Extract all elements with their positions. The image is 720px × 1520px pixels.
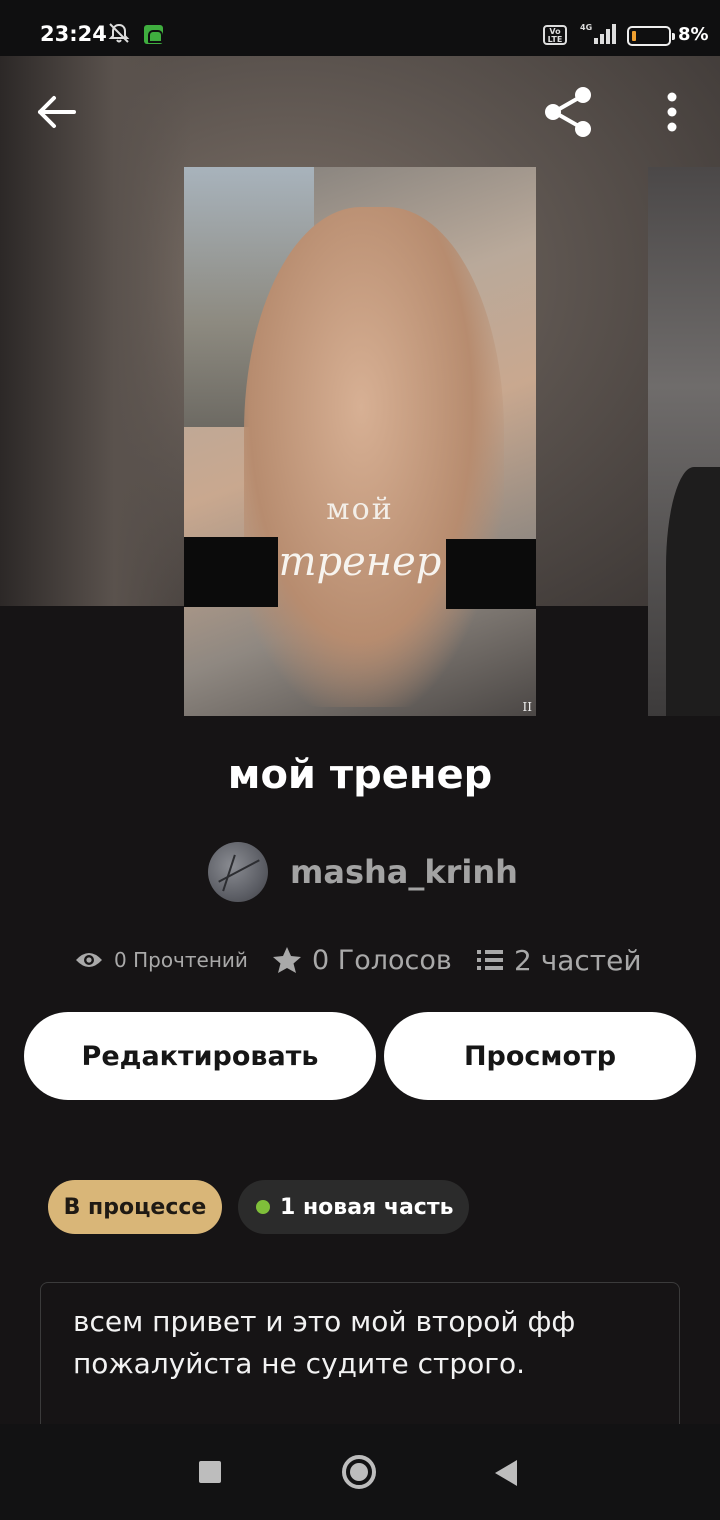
parts-stat[interactable]: 2 частей bbox=[476, 938, 642, 982]
volte-icon: Vo LTE bbox=[543, 25, 567, 45]
parts-count[interactable]: 2 частей bbox=[514, 944, 642, 977]
description-box[interactable]: всем привет и это мой второй фф пожалуйс… bbox=[40, 1282, 680, 1442]
description-line: пожалуйста не судите строго. bbox=[73, 1347, 525, 1380]
status-badge: В процессе bbox=[48, 1180, 222, 1234]
votes-count: 0 Голосов bbox=[312, 944, 452, 976]
edit-button[interactable]: Редактировать bbox=[24, 1012, 376, 1100]
list-icon bbox=[477, 950, 503, 970]
cover-figure-photo bbox=[244, 207, 504, 707]
view-button[interactable]: Просмотр bbox=[384, 1012, 696, 1100]
battery-percent: 8% bbox=[678, 24, 709, 45]
more-options-button[interactable] bbox=[652, 88, 692, 136]
star-icon bbox=[273, 947, 301, 973]
back-button[interactable] bbox=[30, 90, 82, 134]
arrow-left-icon bbox=[38, 96, 76, 128]
story-cover[interactable]: мой тренер II bbox=[184, 167, 536, 716]
author-link[interactable]: masha_krinh bbox=[208, 842, 518, 902]
story-stats: 0 Прочтений 0 Голосов 2 частей bbox=[0, 938, 720, 982]
signal-icon: 4G bbox=[580, 23, 616, 44]
next-story-cover[interactable] bbox=[648, 167, 720, 716]
description-line: всем привет и это мой второй фф bbox=[73, 1305, 576, 1338]
notifications-muted-icon bbox=[108, 23, 130, 43]
author-name[interactable]: masha_krinh bbox=[290, 853, 518, 891]
cover-title-line2: тренер bbox=[278, 539, 442, 585]
status-time: 23:24 bbox=[40, 22, 107, 46]
more-vertical-icon bbox=[667, 92, 677, 132]
network-type: 4G bbox=[580, 23, 592, 32]
story-title: мой тренер bbox=[227, 752, 493, 798]
cover-title-line1: мой bbox=[326, 492, 394, 527]
new-indicator-dot bbox=[256, 1200, 270, 1214]
votes-stat: 0 Голосов bbox=[272, 938, 452, 982]
eye-icon bbox=[76, 953, 102, 967]
recent-apps-icon[interactable] bbox=[199, 1461, 221, 1483]
cover-corner-mark: II bbox=[522, 700, 532, 714]
app-notification-icon bbox=[144, 25, 163, 44]
share-icon bbox=[545, 87, 591, 137]
battery-icon bbox=[627, 26, 675, 46]
new-part-badge[interactable]: 1 новая часть bbox=[238, 1180, 469, 1234]
home-icon[interactable] bbox=[342, 1455, 376, 1489]
nav-back-icon[interactable] bbox=[495, 1460, 517, 1486]
new-part-label[interactable]: 1 новая часть bbox=[280, 1195, 454, 1220]
share-button[interactable] bbox=[540, 84, 596, 140]
avatar[interactable] bbox=[208, 842, 268, 902]
reads-count: 0 Прочтений bbox=[114, 948, 248, 972]
system-navigation-bar bbox=[0, 1424, 720, 1520]
status-bar: 23:24 Vo LTE 4G 8% bbox=[0, 0, 720, 56]
reads-stat: 0 Прочтений bbox=[74, 938, 248, 982]
